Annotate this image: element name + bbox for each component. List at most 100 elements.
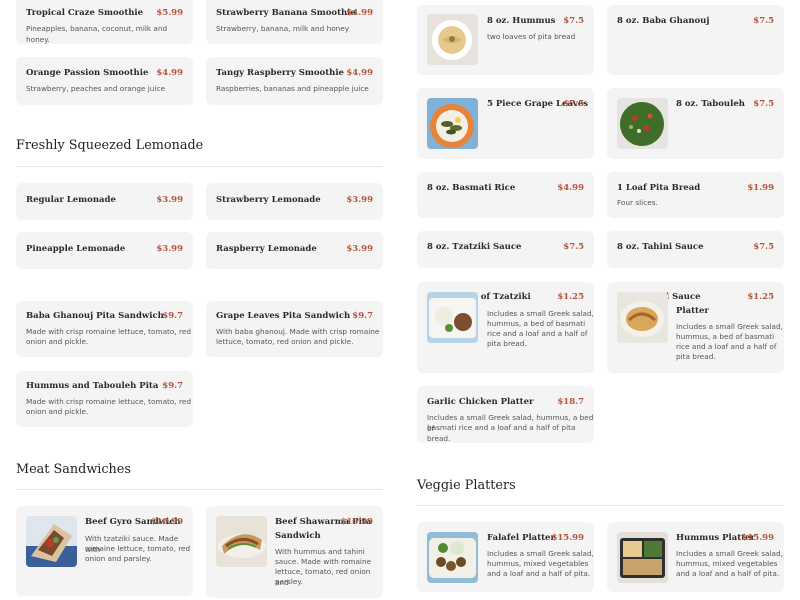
item-price: $10.99 [340,517,373,527]
item-name: Grape Leaves Pita Sandwich [216,311,351,321]
item-description-line: parsley. [275,577,304,586]
item-name: Tangy Raspberry Smoothie [216,68,344,78]
item-price: $7.5 [753,99,774,109]
gyro-platter-photo [427,292,478,343]
menu-item-card[interactable]: Includes a small Greek salad, hummus, a … [417,292,594,373]
item-price: $3.99 [346,195,373,205]
item-name: 8 oz. Tzatziki Sauce [427,242,522,252]
menu-item-card[interactable]: Beef Shawarma Pita Sandwich $10.99 With … [206,506,383,598]
item-price: $15.99 [551,533,584,543]
item-description-line: sauce. Made with romaine [275,557,372,566]
menu-item-card[interactable]: 8 oz. Baba Ghanouj $7.5 [607,5,784,75]
item-price: $15.99 [741,533,774,543]
item-name: Strawberry Lemonade [216,195,321,205]
tabouleh-photo [617,98,668,149]
hummus-photo [427,14,478,65]
menu-item-card[interactable]: Strawberry Banana Smoothie $4.99 Strawbe… [206,0,383,44]
item-name: Falafel Platter [487,533,555,543]
item-name: Baba Ghanouj Pita Sandwich [26,311,164,321]
menu-item-card[interactable]: 8 oz. Tabouleh $7.5 [607,88,784,159]
item-price: $3.99 [346,244,373,254]
item-description: two loaves of pita bread [487,32,576,41]
hummus-platter-photo [617,532,668,583]
item-description-line: Includes a small Greek salad, [487,549,594,558]
item-price: $9.7 [162,381,183,391]
item-description-line: hummus, a bed of basmati [676,332,775,341]
item-price: $7.5 [753,16,774,26]
item-name-line: Sandwich [275,531,321,541]
item-price: $9.7 [162,311,183,321]
item-name: Platter [676,306,709,316]
item-price: $7.5 [563,242,584,252]
item-price: $4.99 [346,8,373,18]
item-description-line: With hummus and tahini [275,547,365,556]
item-price: $4.99 [557,183,584,193]
section-title-veggie-platters: Veggie Platters [417,478,516,493]
section-divider [16,489,382,490]
item-price: $1.99 [747,183,774,193]
item-description-line: hummus, mixed vegetables [676,559,778,568]
menu-item-card[interactable]: 8 oz. Hummus $7.5 two loaves of pita bre… [417,5,594,75]
item-price: $7.5 [563,16,584,26]
item-name: 8 oz. Tahini Sauce [617,242,704,252]
item-name: 1 Loaf Pita Bread [617,183,701,193]
item-name: Hummus and Tabouleh Pita [26,381,159,391]
menu-item-card[interactable]: Raspberry Lemonade $3.99 [206,232,383,269]
item-description: Raspberries, bananas and pineapple juice [216,84,369,93]
menu-item-card[interactable]: Pineapple Lemonade $3.99 [16,232,193,269]
item-description-line: onion and pickle. [26,337,89,346]
menu-item-card[interactable]: 8 oz. Tzatziki Sauce $7.5 [417,231,594,268]
menu-item-card[interactable]: Platter Includes a small Greek salad, hu… [607,292,784,373]
menu-item-card[interactable]: Garlic Chicken Platter $18.7 Includes a … [417,386,594,443]
falafel-platter-photo [427,532,478,583]
item-name: 8 oz. Baba Ghanouj [617,16,710,26]
item-name: 8 oz. Tabouleh [676,99,745,109]
menu-item-card[interactable]: Hummus and Tabouleh Pita $9.7 Made with … [16,371,193,427]
item-price: $3.99 [156,195,183,205]
item-description: Strawberry, banana, milk and honey [216,24,350,33]
menu-item-card[interactable]: Orange Passion Smoothie $4.99 Strawberry… [16,57,193,105]
menu-item-card[interactable]: Tropical Craze Smoothie $5.99 Pineapples… [16,0,193,44]
shawarma-pita-photo [216,516,267,567]
item-description-line: romaine lettuce, tomato, red [85,544,191,553]
item-price: $7.5 [563,99,584,109]
item-description-line: Made with crisp romaine lettuce, tomato,… [26,327,191,336]
item-description-line: rice and a loaf and a half of [676,342,777,351]
item-description-line: Includes a small Greek salad, [676,549,783,558]
item-description-line: hummus, mixed vegetables [487,559,589,568]
item-description-line: With baba ghanouj. Made with crisp romai… [216,327,380,336]
menu-item-card[interactable]: 1 Loaf Pita Bread $1.99 Four slices. [607,172,784,218]
left-menu-column: Tropical Craze Smoothie $5.99 Pineapples… [0,0,400,600]
item-name: Raspberry Lemonade [216,244,317,254]
menu-item-card[interactable]: 5 Piece Grape Leaves $7.5 [417,88,594,159]
item-name: Orange Passion Smoothie [26,68,149,78]
menu-item-card[interactable]: Baba Ghanouj Pita Sandwich $9.7 Made wit… [16,301,193,357]
item-description-line: rice and a loaf and a half of [487,329,588,338]
item-description-line: Includes a small Greek salad, [676,322,783,331]
item-description: Four slices. [617,198,658,207]
menu-item-card[interactable]: Grape Leaves Pita Sandwich $9.7 With bab… [206,301,383,357]
menu-item-card[interactable]: 8 oz. Tahini Sauce $7.5 [607,231,784,268]
menu-item-card[interactable]: Beef Gyro Sandwich $10.99 With tzatziki … [16,506,193,596]
item-name: Pineapple Lemonade [26,244,126,254]
section-title-meat-sandwiches: Meat Sandwiches [16,462,131,477]
item-price: $9.7 [352,311,373,321]
item-name: 8 oz. Hummus [487,16,556,26]
menu-item-card[interactable]: Hummus Platter $15.99 Includes a small G… [607,522,784,592]
item-price: $3.99 [156,244,183,254]
menu-item-card[interactable]: Tangy Raspberry Smoothie $4.99 Raspberri… [206,57,383,105]
menu-item-card[interactable]: 8 oz. Basmati Rice $4.99 [417,172,594,218]
item-name: Strawberry Banana Smoothie [216,8,356,18]
item-description-line: pita bread. [676,352,716,361]
section-divider [417,505,784,506]
menu-item-card[interactable]: Strawberry Lemonade $3.99 [206,183,383,220]
item-description-line: Includes a small Greek salad, [487,309,594,318]
gyro-wrap-photo [26,516,77,567]
item-description: Strawberry, peaches and orange juice [26,84,165,93]
menu-item-card[interactable]: Regular Lemonade $3.99 [16,183,193,220]
item-price: $10.99 [150,517,183,527]
item-description-line: hummus, a bed of basmati [487,319,586,328]
item-description-line: onion and parsley. [85,554,152,563]
menu-item-card[interactable]: Falafel Platter $15.99 Includes a small … [417,522,594,592]
item-price: $4.99 [156,68,183,78]
